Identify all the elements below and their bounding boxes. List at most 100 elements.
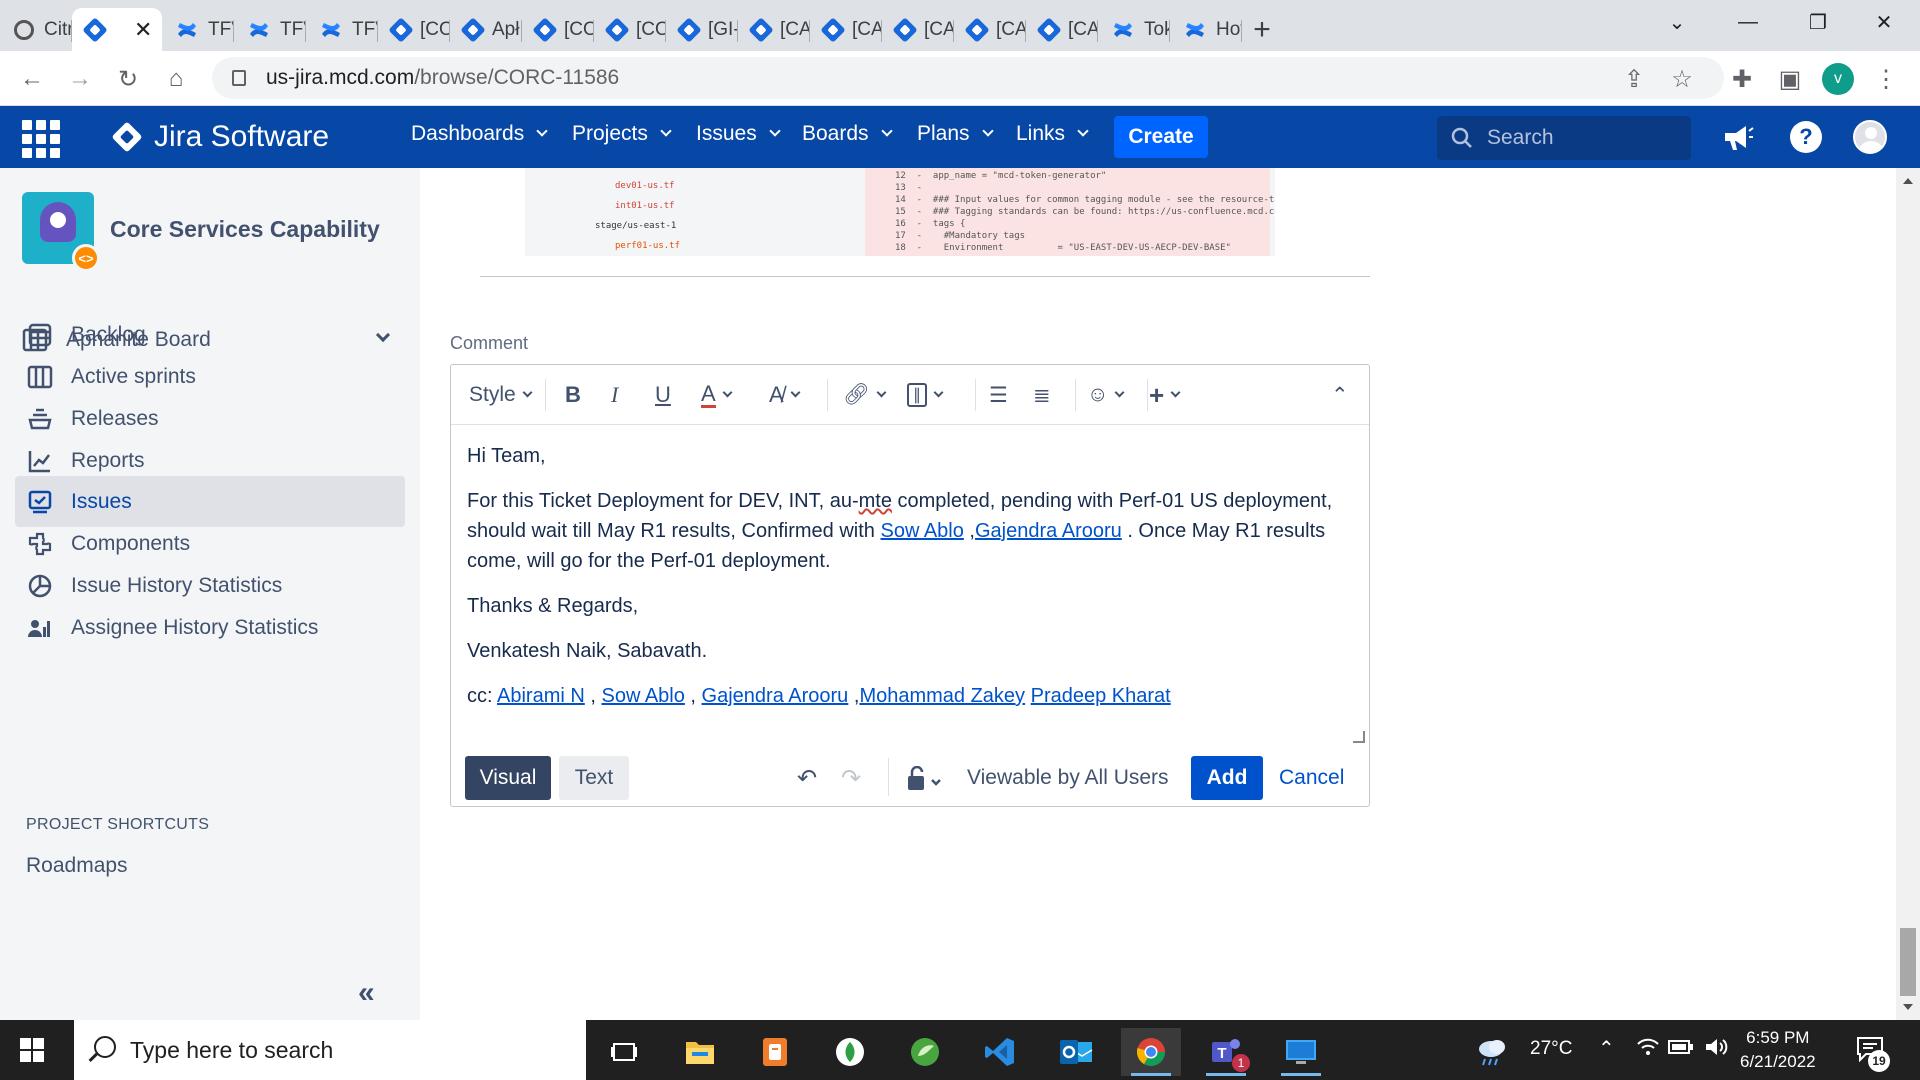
mention-link[interactable]: Gajendra Arooru — [975, 520, 1122, 542]
browser-tab[interactable]: [CA — [882, 8, 954, 51]
lock-icon[interactable] — [232, 70, 246, 86]
bullet-list-icon[interactable]: ☰ — [989, 380, 1008, 410]
profile-avatar[interactable]: v — [1822, 63, 1854, 95]
windows-start-icon[interactable] — [20, 1038, 44, 1062]
side-panel-icon[interactable]: ▣ — [1772, 61, 1808, 97]
text-mode-button[interactable]: Text — [559, 756, 629, 800]
page-scrollbar[interactable] — [1896, 168, 1920, 1020]
underline-icon[interactable]: U — [655, 380, 671, 410]
undo-icon[interactable]: ↶ — [797, 764, 817, 793]
weather-icon[interactable] — [1470, 1028, 1514, 1076]
nav-links[interactable]: Links — [1016, 122, 1089, 146]
share-icon[interactable]: ⇪ — [1616, 61, 1652, 97]
mention-link[interactable]: Mohammad Zakey — [859, 685, 1025, 707]
notification-center-icon[interactable]: 19 — [1856, 1036, 1890, 1072]
cancel-comment-button[interactable]: Cancel — [1279, 766, 1344, 790]
comment-editor[interactable]: Style B I U A A̸ 🔗︎ ∥ ☰ ≣ ☺ + ⌃ Hi Team,… — [450, 364, 1370, 807]
collapse-sidebar-icon[interactable]: « — [358, 976, 375, 1010]
attachment-button[interactable]: ∥ — [907, 380, 944, 410]
search-input[interactable]: Search — [1437, 116, 1691, 160]
mention-link[interactable]: Sow Ablo — [601, 685, 684, 707]
sidebar-item-assignee-history-statistics[interactable]: Assignee History Statistics — [15, 602, 405, 653]
task-view-icon[interactable] — [594, 1028, 654, 1076]
browser-tab[interactable]: Apł — [450, 8, 522, 51]
scroll-down-icon[interactable] — [1903, 1004, 1913, 1010]
create-button[interactable]: Create — [1114, 116, 1208, 158]
jira-logo[interactable]: Jira Software — [111, 120, 329, 154]
browser-tab[interactable]: [CA — [738, 8, 810, 51]
resize-handle[interactable] — [1353, 731, 1365, 743]
chrome-icon[interactable] — [1121, 1028, 1181, 1076]
volume-icon[interactable] — [1704, 1036, 1728, 1064]
add-comment-button[interactable]: Add — [1191, 756, 1263, 800]
weather-temperature[interactable]: 27°C — [1530, 1038, 1572, 1060]
link-button[interactable]: 🔗︎ — [843, 380, 887, 410]
wifi-icon[interactable] — [1636, 1036, 1660, 1064]
sourcetree-icon[interactable] — [895, 1028, 955, 1076]
browser-tab[interactable]: [CA — [1026, 8, 1098, 51]
scroll-thumb[interactable] — [1900, 928, 1916, 996]
attachment-preview-image[interactable]: dev01-us.tf int01-us.tf stage/us-east-1 … — [525, 168, 1275, 256]
nav-boards[interactable]: Boards — [802, 122, 893, 146]
text-formatting-button[interactable]: A̸ — [769, 380, 801, 410]
home-icon[interactable]: ⌂ — [158, 61, 194, 97]
bold-icon[interactable]: B — [565, 380, 581, 410]
scroll-up-icon[interactable] — [1903, 178, 1913, 184]
browser-tab[interactable]: TFV — [234, 8, 306, 51]
nav-issues[interactable]: Issues — [696, 122, 781, 146]
file-explorer-icon[interactable] — [670, 1028, 730, 1076]
browser-tab[interactable]: [CO — [594, 8, 666, 51]
back-icon[interactable]: ← — [14, 61, 50, 97]
green-app-icon[interactable] — [820, 1028, 880, 1076]
browser-tab[interactable]: [GI- — [666, 8, 738, 51]
remote-desktop-icon[interactable] — [1271, 1028, 1331, 1076]
browser-tab[interactable]: [CO — [522, 8, 594, 51]
url-input[interactable]: us-jira.mcd.com/browse/CORC-11586 — [212, 57, 1724, 99]
browser-tab[interactable]: ✕ — [72, 8, 162, 51]
browser-tab[interactable]: TFV — [306, 8, 378, 51]
collapse-toolbar-icon[interactable]: ⌃ — [1331, 380, 1349, 410]
mention-link[interactable]: Pradeep Kharat — [1031, 685, 1171, 707]
nav-plans[interactable]: Plans — [917, 122, 994, 146]
browser-tab[interactable]: Hov — [1170, 8, 1242, 51]
browser-tab[interactable]: Citr — [0, 8, 72, 51]
bookmark-star-icon[interactable]: ☆ — [1664, 61, 1700, 97]
close-window-icon[interactable]: ✕ — [1852, 0, 1916, 44]
mention-link[interactable]: Gajendra Arooru — [702, 685, 849, 707]
redo-icon[interactable]: ↷ — [841, 764, 861, 793]
app-switcher-icon[interactable] — [22, 120, 62, 158]
vscode-icon[interactable] — [970, 1028, 1030, 1076]
browser-tab[interactable]: Tok — [1098, 8, 1170, 51]
tab-search-chevron-icon[interactable]: ⌄ — [1645, 0, 1709, 44]
minimize-icon[interactable]: — — [1716, 0, 1780, 44]
misspelled-word[interactable]: mte — [859, 490, 892, 512]
teams-icon[interactable]: T 1 — [1196, 1028, 1256, 1076]
taskbar-search-input[interactable]: Type here to search — [74, 1020, 586, 1080]
user-avatar-icon[interactable] — [1853, 120, 1887, 154]
style-dropdown[interactable]: Style — [469, 380, 533, 410]
restore-icon[interactable]: ❐ — [1786, 0, 1850, 44]
emoji-button[interactable]: ☺ — [1087, 380, 1125, 410]
italic-icon[interactable]: I — [611, 380, 618, 410]
text-color-button[interactable]: A — [701, 380, 733, 410]
browser-tab[interactable]: [CA — [954, 8, 1026, 51]
visual-mode-button[interactable]: Visual — [465, 756, 551, 800]
extensions-icon[interactable]: ✚ — [1724, 61, 1760, 97]
browser-menu-icon[interactable]: ⋮ — [1868, 61, 1904, 97]
shortcut-roadmaps[interactable]: Roadmaps — [26, 854, 128, 878]
nav-projects[interactable]: Projects — [572, 122, 672, 146]
new-tab-icon[interactable]: + — [1242, 8, 1282, 51]
mention-link[interactable]: Sow Ablo — [880, 520, 963, 542]
close-tab-icon[interactable]: ✕ — [134, 17, 152, 43]
notifications-megaphone-icon[interactable] — [1721, 120, 1755, 154]
insert-more-button[interactable]: + — [1149, 380, 1181, 410]
comment-body[interactable]: Hi Team, For this Ticket Deployment for … — [467, 441, 1357, 726]
help-icon[interactable]: ? — [1789, 120, 1823, 154]
battery-icon[interactable] — [1668, 1038, 1694, 1062]
outlook-icon[interactable] — [1046, 1028, 1106, 1076]
browser-tab[interactable]: [CA — [810, 8, 882, 51]
project-name[interactable]: Core Services Capability — [110, 216, 380, 243]
system-clock[interactable]: 6:59 PM 6/21/2022 — [1740, 1026, 1816, 1074]
forward-icon[interactable]: → — [62, 61, 98, 97]
office-app-icon[interactable] — [745, 1028, 805, 1076]
